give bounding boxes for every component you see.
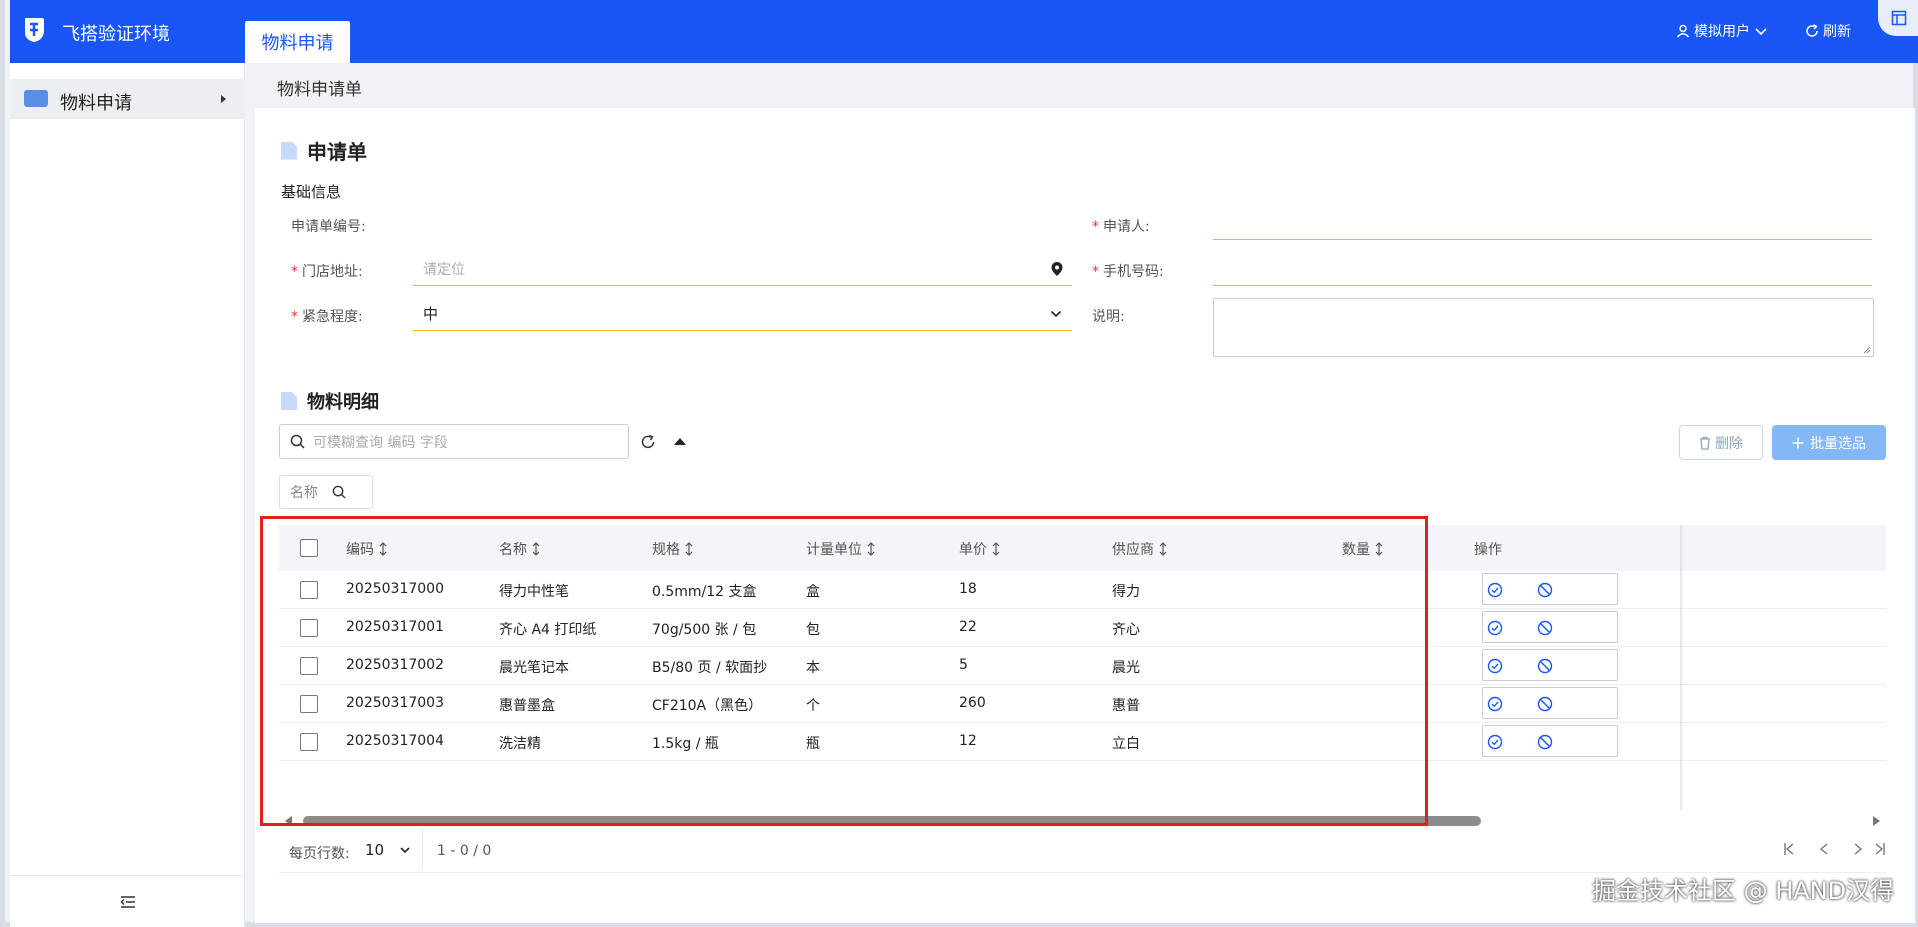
delete-button[interactable]: 删除 xyxy=(1679,425,1763,460)
confirm-icon[interactable] xyxy=(1487,734,1503,750)
subsection-title: 基础信息 xyxy=(281,183,342,201)
cancel-icon[interactable] xyxy=(1537,696,1553,712)
batch-select-button[interactable]: 批量选品 xyxy=(1772,425,1886,460)
delete-label: 删除 xyxy=(1715,435,1743,452)
page-range: 1 - 0 / 0 xyxy=(437,843,492,859)
user-menu[interactable]: 模拟用户 xyxy=(1676,21,1768,41)
tab-material-request[interactable]: 物料申请 xyxy=(245,21,350,63)
urgency-select[interactable]: 中 xyxy=(413,297,1072,331)
next-page-icon[interactable] xyxy=(1851,841,1865,857)
prev-page-icon[interactable] xyxy=(1817,841,1831,857)
collapse-filter-button[interactable] xyxy=(673,435,687,447)
sidebar-item-material-request[interactable]: 物料申请 xyxy=(10,79,245,119)
urgency-label: * 紧急程度: xyxy=(291,309,363,325)
app-title: 飞搭验证环境 xyxy=(62,24,170,45)
cancel-icon[interactable] xyxy=(1537,620,1553,636)
material-search-input[interactable]: 可模糊查询 编码 字段 xyxy=(279,424,629,459)
order-no-label: 申请单编号: xyxy=(291,219,366,235)
confirm-icon[interactable] xyxy=(1487,582,1503,598)
remark-label: 说明: xyxy=(1092,309,1125,325)
fixed-column-shadow xyxy=(1680,525,1684,810)
store-address-label: * 门店地址: xyxy=(291,264,363,280)
pager-divider xyxy=(422,829,423,869)
first-page-icon[interactable] xyxy=(1782,841,1796,857)
store-address-field[interactable]: 请定位 xyxy=(413,252,1072,286)
app-logo-icon xyxy=(25,18,44,42)
filter-name-chip[interactable]: 名称 xyxy=(279,475,373,509)
refresh-label: 刷新 xyxy=(1823,24,1851,40)
plus-icon xyxy=(1792,437,1804,448)
caret-up-icon xyxy=(674,438,686,445)
top-bar: 飞搭验证环境 物料申请 模拟用户 刷新 xyxy=(10,0,1918,63)
resize-handle-icon[interactable] xyxy=(1862,345,1871,354)
app-frame: 飞搭验证环境 物料申请 模拟用户 刷新 物料申请 物料申请单 申请单 基础信息 … xyxy=(0,0,1918,927)
rows-per-page-value: 10 xyxy=(365,841,385,859)
refresh-icon xyxy=(641,434,655,449)
pagination: 每页行数: 10 1 - 0 / 0 xyxy=(279,825,1886,873)
layout-toggle-button[interactable] xyxy=(1878,0,1918,36)
layout-icon xyxy=(1891,10,1907,26)
applicant-label: * 申请人: xyxy=(1092,219,1150,235)
caret-right-icon xyxy=(221,95,226,103)
chevron-down-icon xyxy=(1050,310,1062,317)
cancel-icon[interactable] xyxy=(1537,582,1553,598)
sidebar: 物料申请 xyxy=(10,63,245,927)
refresh-icon xyxy=(1806,24,1818,37)
confirm-icon[interactable] xyxy=(1487,658,1503,674)
materials-section-header: 物料明细 xyxy=(281,388,379,414)
batch-select-label: 批量选品 xyxy=(1810,435,1866,452)
location-pin-icon[interactable] xyxy=(1050,261,1064,277)
reload-button[interactable] xyxy=(639,433,657,451)
applicant-field[interactable] xyxy=(1213,206,1872,240)
breadcrumb: 物料申请单 xyxy=(277,80,362,100)
store-address-placeholder: 请定位 xyxy=(423,261,465,278)
collapse-sidebar-button[interactable] xyxy=(10,875,245,927)
rows-per-page-label: 每页行数: xyxy=(289,846,350,862)
last-page-icon[interactable] xyxy=(1873,841,1887,857)
section-title: 物料明细 xyxy=(307,392,379,413)
document-icon xyxy=(281,392,297,410)
phone-label: * 手机号码: xyxy=(1092,264,1164,280)
user-name: 模拟用户 xyxy=(1694,24,1750,40)
trash-icon xyxy=(1700,436,1710,450)
confirm-icon[interactable] xyxy=(1487,620,1503,636)
refresh-button[interactable]: 刷新 xyxy=(1805,21,1851,41)
collapse-menu-icon xyxy=(119,895,135,908)
user-icon xyxy=(1676,24,1690,38)
phone-field[interactable] xyxy=(1213,252,1872,286)
search-placeholder: 可模糊查询 编码 字段 xyxy=(313,434,448,451)
cancel-icon[interactable] xyxy=(1537,734,1553,750)
search-icon xyxy=(332,485,346,499)
column-header-actions: 操作 xyxy=(1474,542,1502,558)
cancel-icon[interactable] xyxy=(1537,658,1553,674)
confirm-icon[interactable] xyxy=(1487,696,1503,712)
chevron-down-icon xyxy=(400,846,410,853)
document-icon xyxy=(281,141,297,160)
search-icon xyxy=(290,434,305,449)
section-title: 申请单 xyxy=(307,140,367,164)
chevron-down-icon xyxy=(1755,28,1767,36)
watermark: 掘金技术社区 @ HAND汉得 xyxy=(1592,877,1895,905)
sidebar-item-label: 物料申请 xyxy=(60,93,132,114)
filter-name-label: 名称 xyxy=(290,485,318,501)
urgency-value: 中 xyxy=(423,305,439,323)
form-section-header: 申请单 xyxy=(281,136,367,165)
highlight-annotation-box xyxy=(260,516,1428,826)
rows-per-page-select[interactable]: 10 xyxy=(365,841,410,859)
remark-textarea[interactable] xyxy=(1213,298,1874,357)
monitor-icon xyxy=(24,90,48,107)
